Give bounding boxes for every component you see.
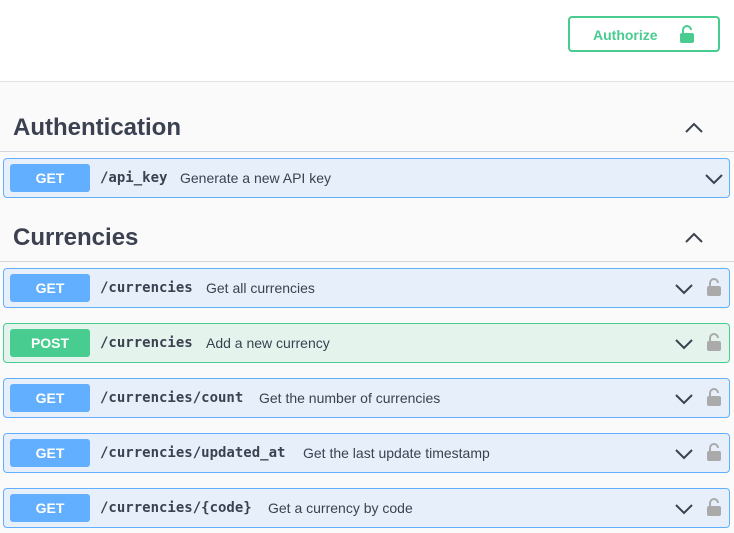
unlocked-padlock-icon[interactable] (706, 442, 722, 462)
section-title: Currencies (13, 224, 139, 251)
chevron-up-icon[interactable] (682, 228, 706, 248)
operation-path: /currencies (100, 280, 193, 296)
method-badge: GET (10, 439, 90, 467)
method-badge: GET (10, 494, 90, 522)
operation-summary: Get a currency by code (268, 500, 413, 516)
unlocked-padlock-icon[interactable] (706, 332, 722, 352)
operation-get-currencies[interactable]: GET /currencies Get all currencies (3, 268, 730, 308)
method-badge: GET (10, 164, 90, 192)
section-header-currencies[interactable]: Currencies (0, 212, 734, 262)
chevron-down-icon[interactable] (674, 445, 694, 463)
operation-path: /currencies/{code} (100, 500, 252, 516)
unlocked-padlock-icon[interactable] (706, 277, 722, 297)
operation-summary: Add a new currency (206, 335, 330, 351)
operation-path: /api_key (100, 170, 168, 186)
operation-get-currency-by-code[interactable]: GET /currencies/{code} Get a currency by… (3, 488, 730, 528)
operation-path: /currencies/count (100, 390, 244, 406)
operation-path: /currencies (100, 335, 193, 351)
operation-summary: Get the number of currencies (259, 390, 441, 406)
operation-get-api-key[interactable]: GET /api_key Generate a new API key (3, 158, 730, 198)
method-badge: GET (10, 274, 90, 302)
chevron-down-icon[interactable] (674, 390, 694, 408)
section-title: Authentication (13, 114, 181, 141)
operation-get-currencies-count[interactable]: GET /currencies/count Get the number of … (3, 378, 730, 418)
operation-summary: Get all currencies (206, 280, 315, 296)
chevron-down-icon[interactable] (674, 500, 694, 518)
unlocked-padlock-icon (679, 24, 695, 47)
operation-get-currencies-updated-at[interactable]: GET /currencies/updated_at Get the last … (3, 433, 730, 473)
operation-summary: Get the last update timestamp (303, 445, 490, 461)
chevron-down-icon[interactable] (674, 280, 694, 298)
top-bar: Authorize (0, 0, 734, 82)
method-badge: POST (10, 329, 90, 357)
operation-summary: Generate a new API key (180, 170, 331, 186)
chevron-down-icon[interactable] (704, 170, 724, 188)
authorize-label: Authorize (593, 27, 658, 43)
authorize-button[interactable]: Authorize (568, 16, 720, 52)
unlocked-padlock-icon[interactable] (706, 497, 722, 517)
chevron-down-icon[interactable] (674, 335, 694, 353)
operation-post-currencies[interactable]: POST /currencies Add a new currency (3, 323, 730, 363)
section-header-authentication[interactable]: Authentication (0, 102, 734, 152)
chevron-up-icon[interactable] (682, 118, 706, 138)
unlocked-padlock-icon[interactable] (706, 387, 722, 407)
method-badge: GET (10, 384, 90, 412)
operation-path: /currencies/updated_at (100, 445, 286, 461)
